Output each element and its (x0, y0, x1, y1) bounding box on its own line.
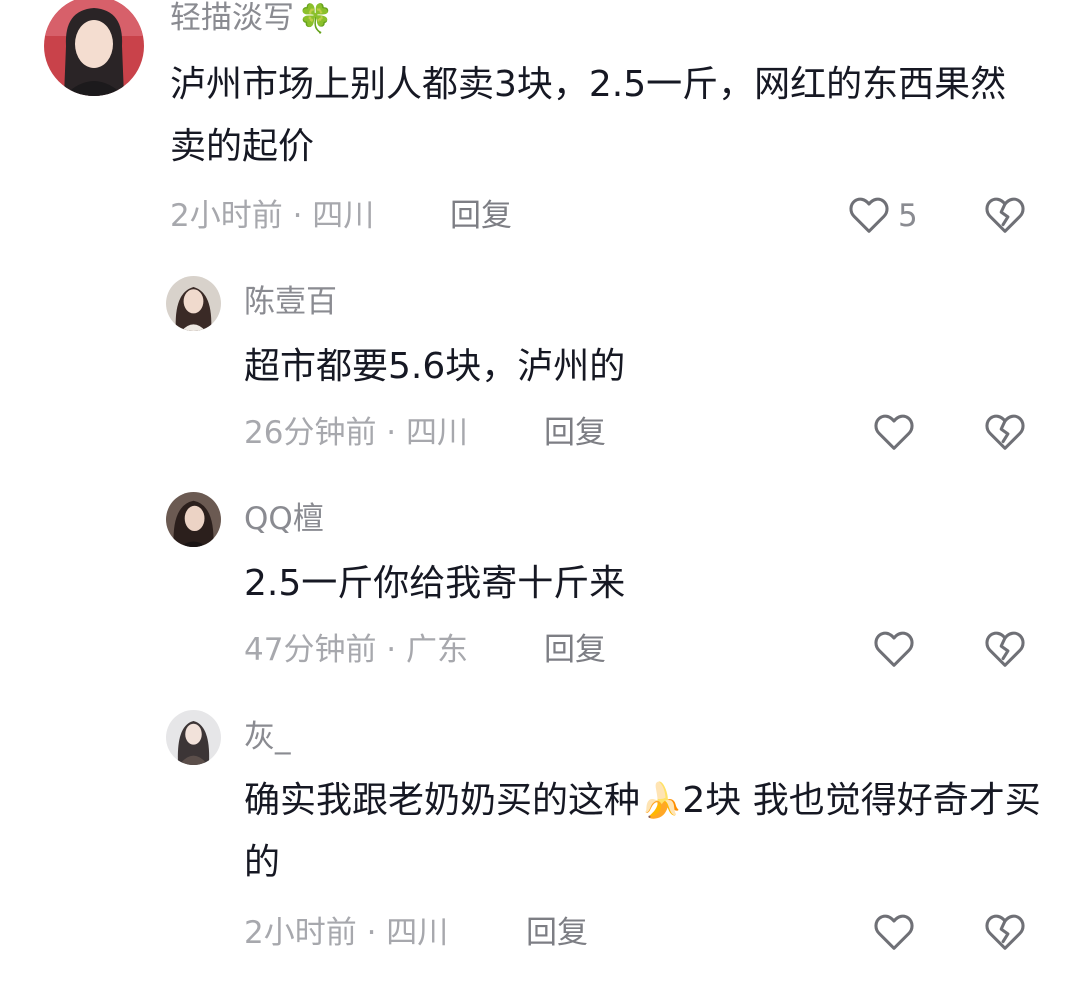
heart-outline-icon (874, 914, 914, 950)
avatar[interactable] (166, 710, 221, 765)
comment-time: 47分钟前 (244, 632, 377, 668)
comment-time: 2小时前 (244, 915, 357, 951)
comment-meta: 26分钟前 · 四川 (244, 413, 468, 453)
username[interactable]: 陈壹百 (244, 282, 337, 322)
reply-button[interactable]: 回复 (450, 196, 512, 236)
clover-icon: 🍀 (298, 2, 333, 35)
comment-text: 确实我跟老奶奶买的这种🍌2块 我也觉得好奇才买的 (244, 770, 1044, 894)
meta-separator: · (376, 632, 407, 668)
meta-separator: · (376, 415, 407, 451)
heart-outline-icon (874, 631, 914, 667)
avatar[interactable] (44, 0, 144, 96)
reply-button[interactable]: 回复 (544, 630, 606, 670)
reply-button[interactable]: 回复 (526, 913, 588, 953)
comment-location: 广东 (406, 632, 469, 668)
reply-button[interactable]: 回复 (544, 413, 606, 453)
comment-time: 26分钟前 (244, 415, 377, 451)
heart-outline-icon (849, 197, 889, 233)
comment-location: 四川 (406, 415, 469, 451)
username[interactable]: 轻描淡写 🍀 (170, 0, 333, 39)
avatar[interactable] (166, 276, 221, 331)
comment-text: 超市都要5.6块，泸州的 (244, 346, 626, 387)
like-button[interactable] (871, 909, 917, 955)
like-button[interactable] (871, 626, 917, 672)
dislike-button[interactable] (982, 909, 1028, 955)
broken-heart-outline-icon (985, 914, 1025, 950)
username[interactable]: QQ檀 (244, 499, 324, 539)
broken-heart-outline-icon (985, 414, 1025, 450)
dislike-button[interactable] (982, 192, 1028, 238)
username-text: 轻描淡写 (170, 0, 294, 36)
comment-time: 2小时前 (170, 198, 283, 234)
broken-heart-outline-icon (985, 197, 1025, 233)
dislike-button[interactable] (982, 409, 1028, 455)
broken-heart-outline-icon (985, 631, 1025, 667)
heart-outline-icon (874, 414, 914, 450)
meta-separator: · (356, 915, 387, 951)
comment-meta: 2小时前 · 四川 (244, 913, 448, 953)
meta-separator: · (282, 198, 313, 234)
comment-text: 泸州市场上别人都卖3块，2.5一斤，网红的东西果然卖的起价 (170, 64, 1007, 167)
dislike-button[interactable] (982, 626, 1028, 672)
comment-location: 四川 (312, 198, 375, 234)
like-button[interactable] (871, 409, 917, 455)
like-count: 5 (898, 198, 918, 234)
comment-meta: 47分钟前 · 广东 (244, 630, 468, 670)
comment-text-part: 确实我跟老奶奶买的这种 (244, 780, 641, 821)
like-button[interactable] (846, 192, 892, 238)
comment-meta: 2小时前 · 四川 (170, 196, 374, 236)
comment-location: 四川 (386, 915, 449, 951)
comment-text: 2.5一斤你给我寄十斤来 (244, 563, 626, 604)
banana-icon: 🍌 (640, 781, 683, 821)
avatar[interactable] (166, 492, 221, 547)
username[interactable]: 灰_ (244, 717, 291, 757)
